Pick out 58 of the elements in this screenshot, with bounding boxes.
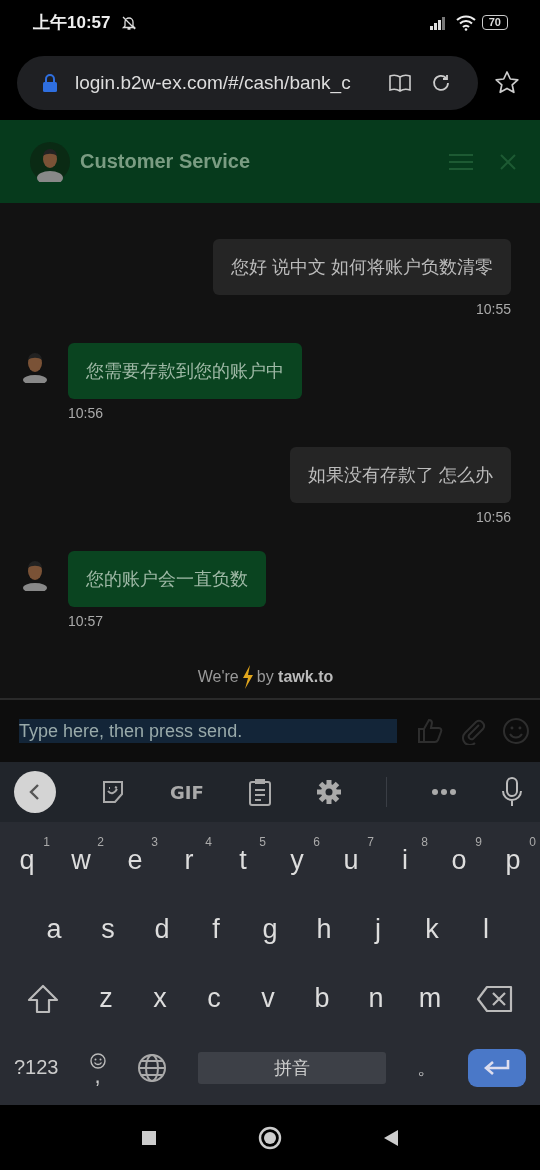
space-key[interactable]: 拼音 <box>197 1051 386 1084</box>
branding-text: We're <box>197 667 239 686</box>
letter-key[interactable]: m <box>403 968 457 1029</box>
letter-key[interactable]: c <box>187 968 241 1029</box>
message-time: 10:57 <box>68 613 105 629</box>
clipboard-icon[interactable] <box>247 778 272 806</box>
letter-key[interactable]: z <box>79 968 133 1029</box>
letter-key[interactable]: j <box>351 899 405 960</box>
address-bar[interactable]: login.b2w-ex.com/#/cash/bank_c <box>17 55 478 110</box>
back-icon[interactable] <box>14 771 56 813</box>
paperclip-icon[interactable] <box>459 717 488 745</box>
microphone-icon[interactable] <box>501 777 523 807</box>
letter-key[interactable]: d <box>135 899 189 960</box>
enter-arrow-icon <box>482 1058 511 1077</box>
message-input[interactable]: Type here, then press send. <box>19 719 398 743</box>
thumbs-up-icon[interactable] <box>416 717 445 745</box>
letter-key[interactable]: v <box>241 968 295 1029</box>
battery-indicator: 70 <box>481 15 508 30</box>
more-icon[interactable] <box>430 788 457 796</box>
period-key[interactable]: 。 <box>416 1054 437 1081</box>
message-bubble: 您需要存款到您的账户中 <box>68 343 302 399</box>
lightning-icon <box>241 664 254 689</box>
gif-button[interactable]: GIF <box>170 781 204 803</box>
tawk-link[interactable]: by tawk.to <box>256 667 334 686</box>
status-time: 上午10:57 <box>33 12 111 34</box>
shift-icon[interactable] <box>27 983 59 1014</box>
letter-key[interactable]: x <box>133 968 187 1029</box>
letter-key[interactable]: h <box>297 899 351 960</box>
message-time: 10:56 <box>68 405 105 421</box>
letter-key[interactable]: f <box>189 899 243 960</box>
letter-key[interactable]: g <box>243 899 297 960</box>
symbols-key[interactable]: ?123 <box>14 1056 59 1079</box>
url-text: login.b2w-ex.com/#/cash/bank_c <box>75 71 352 94</box>
backspace-icon[interactable] <box>477 984 513 1013</box>
enter-key[interactable] <box>467 1048 526 1087</box>
letter-key[interactable]: n <box>349 968 403 1029</box>
message-bubble: 您的账户会一直负数 <box>68 551 266 607</box>
recents-icon[interactable] <box>140 1129 157 1146</box>
lock-icon <box>43 73 57 92</box>
globe-icon[interactable] <box>136 1052 167 1083</box>
avatar-icon <box>30 141 70 182</box>
settings-icon[interactable] <box>315 779 342 805</box>
home-icon[interactable] <box>258 1125 282 1150</box>
message-time: 10:56 <box>475 509 511 525</box>
emoji-icon[interactable] <box>89 1052 106 1069</box>
letter-key[interactable]: a <box>27 899 81 960</box>
message-time: 10:55 <box>475 301 511 317</box>
back-icon[interactable] <box>383 1128 400 1147</box>
book-icon[interactable] <box>388 72 412 93</box>
letter-key[interactable]: l <box>459 899 513 960</box>
letter-key[interactable]: k <box>405 899 459 960</box>
message-bubble: 如果没有存款了 怎么办 <box>290 447 511 503</box>
chat-title: Customer Service <box>80 150 251 173</box>
letter-key[interactable]: b <box>295 968 349 1029</box>
star-icon[interactable] <box>494 69 520 96</box>
message-bubble: 您好 说中文 如何将账户负数清零 <box>213 239 511 295</box>
wifi-icon <box>455 14 476 31</box>
letter-key[interactable]: s <box>81 899 135 960</box>
